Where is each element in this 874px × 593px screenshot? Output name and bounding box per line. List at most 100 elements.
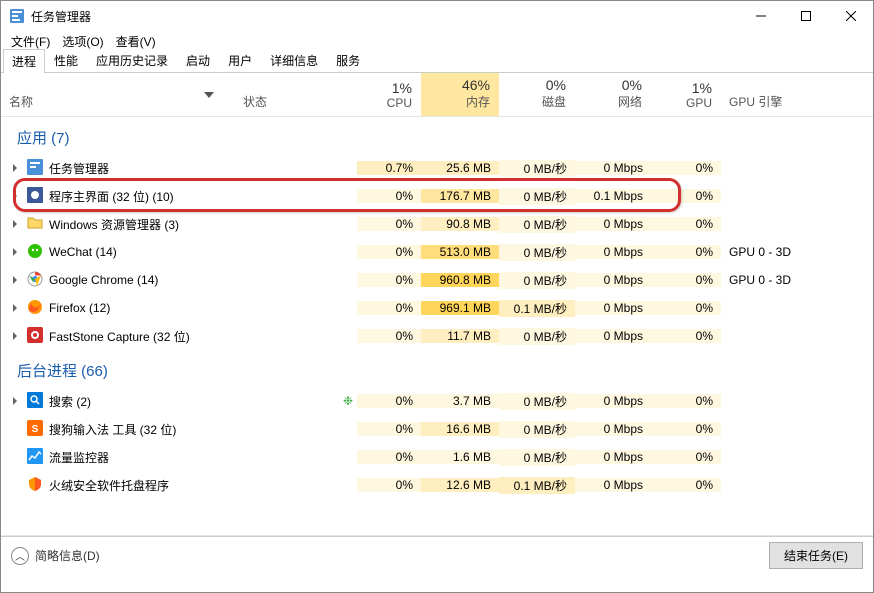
gpu-cell: 0% <box>651 450 721 464</box>
tab-processes[interactable]: 进程 <box>3 49 45 73</box>
tab-details[interactable]: 详细信息 <box>261 48 327 72</box>
col-cpu-pct: 1% <box>365 80 412 96</box>
disk-cell: 0.1 MB/秒 <box>499 477 575 494</box>
close-button[interactable] <box>828 1 873 31</box>
expander-icon[interactable] <box>9 451 21 463</box>
process-name: Windows 资源管理器 (3) <box>49 216 179 233</box>
process-icon <box>27 392 49 411</box>
expander-icon[interactable] <box>9 190 21 202</box>
cpu-cell: 0% <box>357 394 421 408</box>
process-name: Google Chrome (14) <box>49 273 158 287</box>
mem-cell: 960.8 MB <box>421 273 499 287</box>
scroll-thumb[interactable] <box>18 536 521 537</box>
col-cpu-label: CPU <box>365 96 412 110</box>
gpu-cell: 0% <box>651 161 721 175</box>
table-row[interactable]: Windows 资源管理器 (3)0%90.8 MB0 MB/秒0 Mbps0% <box>1 210 873 238</box>
disk-cell: 0 MB/秒 <box>499 216 575 233</box>
col-gpueng-label: GPU 引擎 <box>729 93 832 110</box>
gpu-cell: 0% <box>651 217 721 231</box>
cpu-cell: 0% <box>357 217 421 231</box>
process-name: 搜狗输入法 工具 (32 位) <box>49 421 176 438</box>
expander-icon[interactable] <box>9 274 21 286</box>
table-row[interactable]: Firefox (12)0%969.1 MB0.1 MB/秒0 Mbps0% <box>1 294 873 322</box>
table-row[interactable]: FastStone Capture (32 位)0%11.7 MB0 MB/秒0… <box>1 322 873 350</box>
scroll-right-icon[interactable]: ▶ <box>856 536 873 537</box>
expander-icon[interactable] <box>9 162 21 174</box>
net-cell: 0 Mbps <box>575 273 651 287</box>
expander-icon[interactable] <box>9 218 21 230</box>
titlebar: 任务管理器 <box>1 1 873 31</box>
cpu-cell: 0% <box>357 273 421 287</box>
table-row[interactable]: S搜狗输入法 工具 (32 位)0%16.6 MB0 MB/秒0 Mbps0% <box>1 415 873 443</box>
col-gpu-pct: 1% <box>659 80 712 96</box>
col-header-name[interactable]: 名称 <box>1 73 235 116</box>
expander-icon[interactable] <box>9 395 21 407</box>
process-icon <box>27 215 49 234</box>
tab-users[interactable]: 用户 <box>219 48 261 72</box>
process-name: 搜索 (2) <box>49 393 91 410</box>
cpu-cell: 0% <box>357 422 421 436</box>
mem-cell: 513.0 MB <box>421 245 499 259</box>
col-header-status[interactable]: 状态 <box>235 73 357 116</box>
mem-cell: 90.8 MB <box>421 217 499 231</box>
col-disk-pct: 0% <box>507 77 566 93</box>
end-task-button[interactable]: 结束任务(E) <box>769 542 863 569</box>
minimize-button[interactable] <box>738 1 783 31</box>
disk-cell: 0 MB/秒 <box>499 328 575 345</box>
col-header-disk[interactable]: 0%磁盘 <box>499 73 575 116</box>
process-icon <box>27 187 49 206</box>
gpu-cell: 0% <box>651 422 721 436</box>
mem-cell: 176.7 MB <box>421 189 499 203</box>
process-name: FastStone Capture (32 位) <box>49 328 190 345</box>
gpu-cell: 0% <box>651 394 721 408</box>
table-row[interactable]: 火绒安全软件托盘程序0%12.6 MB0.1 MB/秒0 Mbps0% <box>1 471 873 499</box>
gpueng-cell: GPU 0 - 3D <box>721 245 841 259</box>
expander-icon[interactable] <box>9 479 21 491</box>
disk-cell: 0 MB/秒 <box>499 160 575 177</box>
mem-cell: 25.6 MB <box>421 161 499 175</box>
table-row[interactable]: 任务管理器0.7%25.6 MB0 MB/秒0 Mbps0% <box>1 154 873 182</box>
mem-cell: 12.6 MB <box>421 478 499 492</box>
col-header-net[interactable]: 0%网络 <box>575 73 651 116</box>
expander-icon[interactable] <box>9 423 21 435</box>
tab-startup[interactable]: 启动 <box>177 48 219 72</box>
tab-services[interactable]: 服务 <box>327 48 369 72</box>
tab-apphistory[interactable]: 应用历史记录 <box>87 48 177 72</box>
disk-cell: 0 MB/秒 <box>499 449 575 466</box>
table-row[interactable]: 搜索 (2)❉0%3.7 MB0 MB/秒0 Mbps0% <box>1 387 873 415</box>
table-row[interactable]: WeChat (14)0%513.0 MB0 MB/秒0 Mbps0%GPU 0… <box>1 238 873 266</box>
footer: ︿ 简略信息(D) 结束任务(E) <box>1 536 873 574</box>
col-header-mem[interactable]: 46%内存 <box>421 73 499 116</box>
net-cell: 0 Mbps <box>575 394 651 408</box>
col-header-gpu[interactable]: 1%GPU <box>651 73 721 116</box>
col-net-label: 网络 <box>583 93 642 110</box>
gpu-cell: 0% <box>651 478 721 492</box>
gpu-cell: 0% <box>651 273 721 287</box>
app-icon <box>9 8 25 24</box>
process-icon <box>27 243 49 262</box>
net-cell: 0 Mbps <box>575 161 651 175</box>
scroll-left-icon[interactable]: ◀ <box>1 536 18 537</box>
fewer-details-button[interactable]: ︿ 简略信息(D) <box>11 547 100 565</box>
table-row[interactable]: 流量监控器0%1.6 MB0 MB/秒0 Mbps0% <box>1 443 873 471</box>
table-row[interactable]: 程序主界面 (32 位) (10)0%176.7 MB0 MB/秒0.1 Mbp… <box>1 182 873 210</box>
disk-cell: 0 MB/秒 <box>499 272 575 289</box>
table-body[interactable]: 应用 (7)任务管理器0.7%25.6 MB0 MB/秒0 Mbps0%程序主界… <box>1 117 873 535</box>
mem-cell: 969.1 MB <box>421 301 499 315</box>
expander-icon[interactable] <box>9 302 21 314</box>
maximize-button[interactable] <box>783 1 828 31</box>
gpu-cell: 0% <box>651 189 721 203</box>
horizontal-scrollbar[interactable]: ◀ ▶ <box>1 535 873 536</box>
tab-performance[interactable]: 性能 <box>45 48 87 72</box>
cpu-cell: 0% <box>357 245 421 259</box>
col-header-cpu[interactable]: 1%CPU <box>357 73 421 116</box>
col-mem-pct: 46% <box>429 77 490 93</box>
process-icon <box>27 271 49 290</box>
expander-icon[interactable] <box>9 246 21 258</box>
net-cell: 0 Mbps <box>575 478 651 492</box>
cpu-cell: 0% <box>357 189 421 203</box>
col-header-gpueng[interactable]: GPU 引擎 <box>721 73 841 116</box>
col-mem-label: 内存 <box>429 93 490 110</box>
expander-icon[interactable] <box>9 330 21 342</box>
table-row[interactable]: Google Chrome (14)0%960.8 MB0 MB/秒0 Mbps… <box>1 266 873 294</box>
